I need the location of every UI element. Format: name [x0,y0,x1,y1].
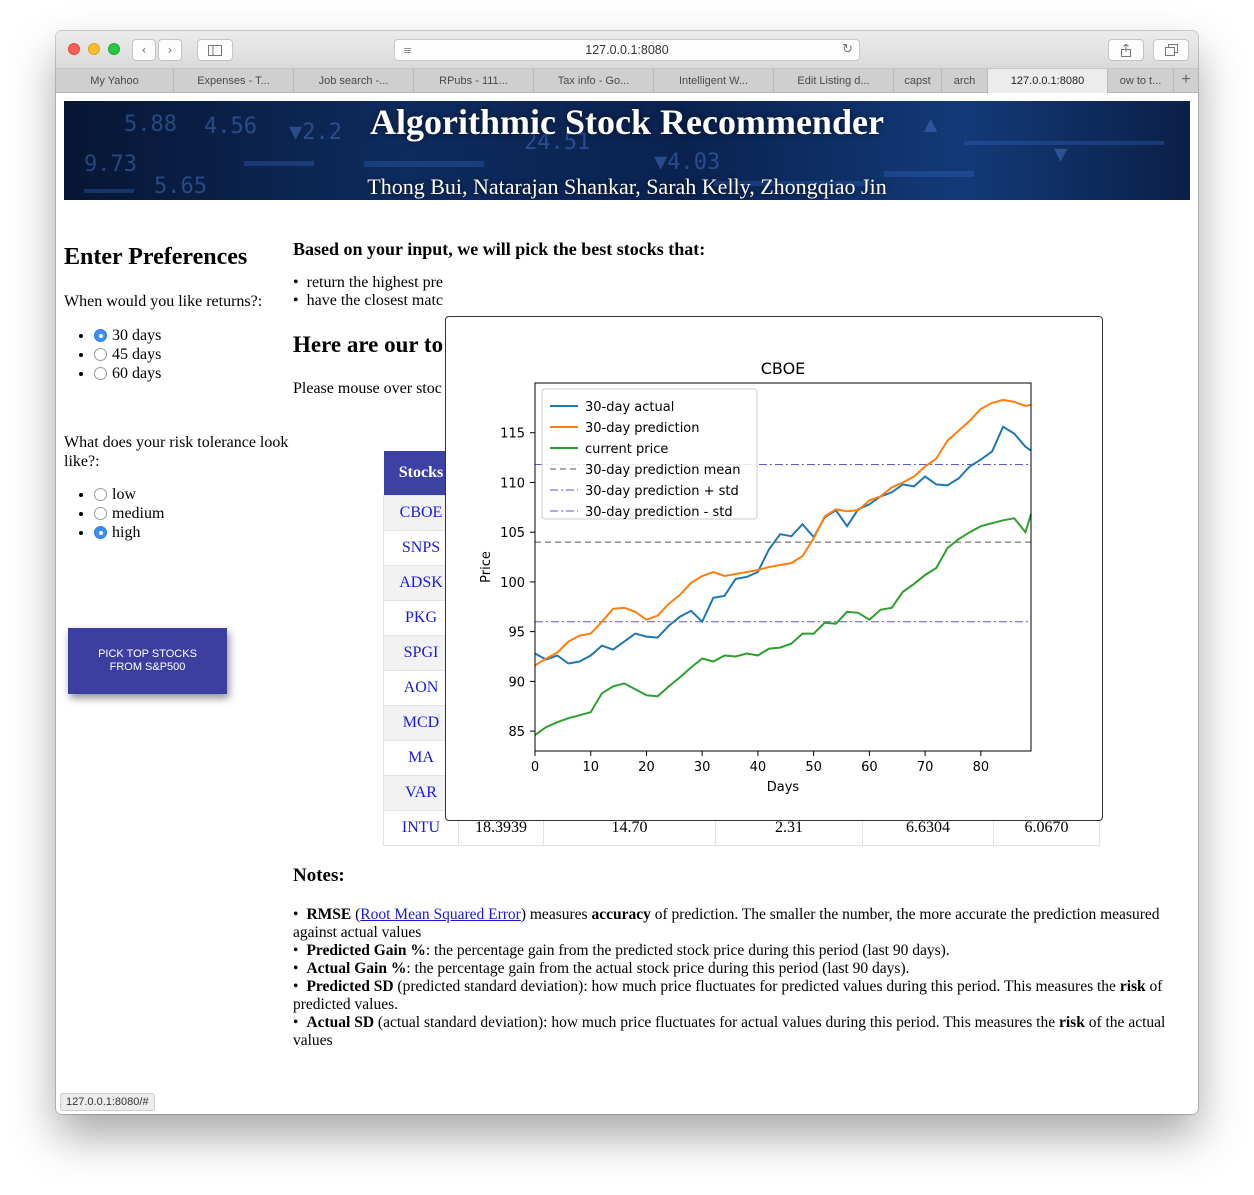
notes-list: RMSE (Root Mean Squared Error) measures … [293,906,1193,1050]
risk-option-low[interactable]: low [94,485,164,504]
stock-chart-popup: CBOE 0 10 20 30 40 50 60 70 80 85 90 95 100 105 110 115 D… [445,316,1103,821]
tab-localhost[interactable]: 127.0.0.1:8080 [988,69,1108,93]
radio-selected-icon[interactable] [94,526,107,539]
share-icon [1121,43,1131,57]
authors-line: Thong Bui, Natarajan Shankar, Sarah Kell… [367,174,887,199]
header-banner: 5.88 4.56 ▼2.2 9.73 5.65 24.51 ▼4.03 ▲ ▼ Algor… [64,101,1190,200]
tab-capst[interactable]: capst [894,69,942,93]
pick-top-stocks-button[interactable]: PICK TOP STOCKS FROM S&P500 [68,628,227,694]
legend-label: current price [585,442,668,457]
share-button[interactable] [1108,39,1144,61]
tab-tax-info[interactable]: Tax info - Go... [534,69,654,93]
mouse-over-note: Please mouse over stoc [293,380,442,397]
legend-label: 30-day prediction mean [585,463,741,478]
tabs-icon [1164,44,1178,56]
x-tick-label: 20 [638,760,655,775]
tab-job-search[interactable]: Job search -... [294,69,414,93]
tab-edit-listing[interactable]: Edit Listing d... [774,69,894,93]
returns-question: When would you like returns?: [64,293,263,310]
x-tick-label: 40 [750,760,767,775]
tab-intelligent[interactable]: Intelligent W... [654,69,774,93]
criteria-item: return the highest pre [293,274,443,292]
legend-label: 30-day prediction + std [585,484,739,499]
y-tick-label: 115 [500,427,525,442]
chevron-right-icon: › [167,43,173,57]
radio-icon[interactable] [94,367,107,380]
x-axis-label: Days [767,780,800,795]
chart-title: CBOE [761,359,806,378]
legend-label: 30-day prediction - std [585,505,733,520]
tab-my-yahoo[interactable]: My Yahoo [56,69,174,93]
x-tick-label: 60 [861,760,878,775]
legend-label: 30-day prediction [585,421,700,436]
url-text: 127.0.0.1:8080 [585,43,669,57]
y-tick-label: 110 [500,476,525,491]
tabs-overview-button[interactable] [1153,39,1189,61]
note-item: RMSE (Root Mean Squared Error) measures … [293,906,1193,942]
y-axis-label: Price [479,551,494,583]
tab-arch[interactable]: arch [942,69,988,93]
returns-option-30[interactable]: 30 days [94,326,161,345]
preferences-heading: Enter Preferences [64,244,248,270]
returns-option-45[interactable]: 45 days [94,345,161,364]
returns-option-60[interactable]: 60 days [94,364,161,383]
y-tick-label: 90 [508,675,525,690]
x-tick-label: 70 [917,760,934,775]
notes-heading: Notes: [293,865,345,886]
status-bar: 127.0.0.1:8080/# [60,1093,155,1111]
rmse-link[interactable]: Root Mean Squared Error [360,906,521,923]
series-line-current [534,514,1032,736]
tab-bar: My Yahoo Expenses - T... Job search -...… [56,69,1198,93]
radio-selected-icon[interactable] [94,329,107,342]
y-tick-label: 85 [508,725,525,740]
forward-button[interactable]: › [158,39,182,61]
risk-question: What does your risk tolerance look like?… [64,434,289,470]
note-item: Actual Gain %: the percentage gain from … [293,960,1193,978]
close-window-button[interactable] [68,43,80,55]
x-tick-label: 10 [582,760,599,775]
criteria-list: return the highest pre have the closest … [293,274,443,310]
minimize-window-button[interactable] [88,43,100,55]
radio-icon[interactable] [94,507,107,520]
back-button[interactable]: ‹ [132,39,156,61]
x-tick-label: 30 [694,760,711,775]
x-tick-label: 0 [531,760,539,775]
returns-radio-group: 30 days 45 days 60 days [86,326,161,383]
app-title: Algorithmic Stock Recommender [370,102,884,142]
y-tick-label: 105 [500,526,525,541]
criteria-item: have the closest matc [293,292,443,310]
sidebar-icon [208,44,222,56]
results-heading: Here are our to [293,332,444,357]
y-tick-label: 100 [500,576,525,591]
tab-how-to[interactable]: ow to t... [1108,69,1174,93]
browser-window: ‹ › ≡ 127.0.0.1:8080 ↻ My Yahoo Expenses… [56,31,1198,1114]
criteria-heading: Based on your input, we will pick the be… [293,239,706,259]
note-item: Predicted SD (predicted standard deviati… [293,978,1193,1014]
risk-option-high[interactable]: high [94,523,164,542]
title-bar: ‹ › ≡ 127.0.0.1:8080 ↻ [56,31,1198,69]
note-item: Actual SD (actual standard deviation): h… [293,1014,1193,1050]
tab-rpubs[interactable]: RPubs - 111... [414,69,534,93]
reader-icon[interactable]: ≡ [403,44,412,57]
risk-option-medium[interactable]: medium [94,504,164,523]
tab-expenses[interactable]: Expenses - T... [174,69,294,93]
svg-text:▼: ▼ [1054,142,1068,167]
risk-radio-group: low medium high [86,485,164,542]
price-chart: CBOE 0 10 20 30 40 50 60 70 80 85 90 95 100 105 110 115 D… [479,359,1032,795]
address-bar[interactable]: ≡ 127.0.0.1:8080 ↻ [394,39,860,61]
chevron-left-icon: ‹ [141,43,147,57]
note-item: Predicted Gain %: the percentage gain fr… [293,942,1193,960]
x-tick-label: 50 [805,760,822,775]
x-tick-label: 80 [973,760,990,775]
new-tab-button[interactable]: + [1174,69,1198,93]
radio-icon[interactable] [94,348,107,361]
y-tick-label: 95 [508,626,525,641]
sidebar-toggle-button[interactable] [197,39,233,61]
legend-label: 30-day actual [585,400,674,415]
svg-text:▼4.03: ▼4.03 [654,150,720,175]
reload-icon[interactable]: ↻ [842,42,853,57]
radio-icon[interactable] [94,488,107,501]
zoom-window-button[interactable] [108,43,120,55]
page-content: 5.88 4.56 ▼2.2 9.73 5.65 24.51 ▼4.03 ▲ ▼ Algor… [56,94,1198,1114]
